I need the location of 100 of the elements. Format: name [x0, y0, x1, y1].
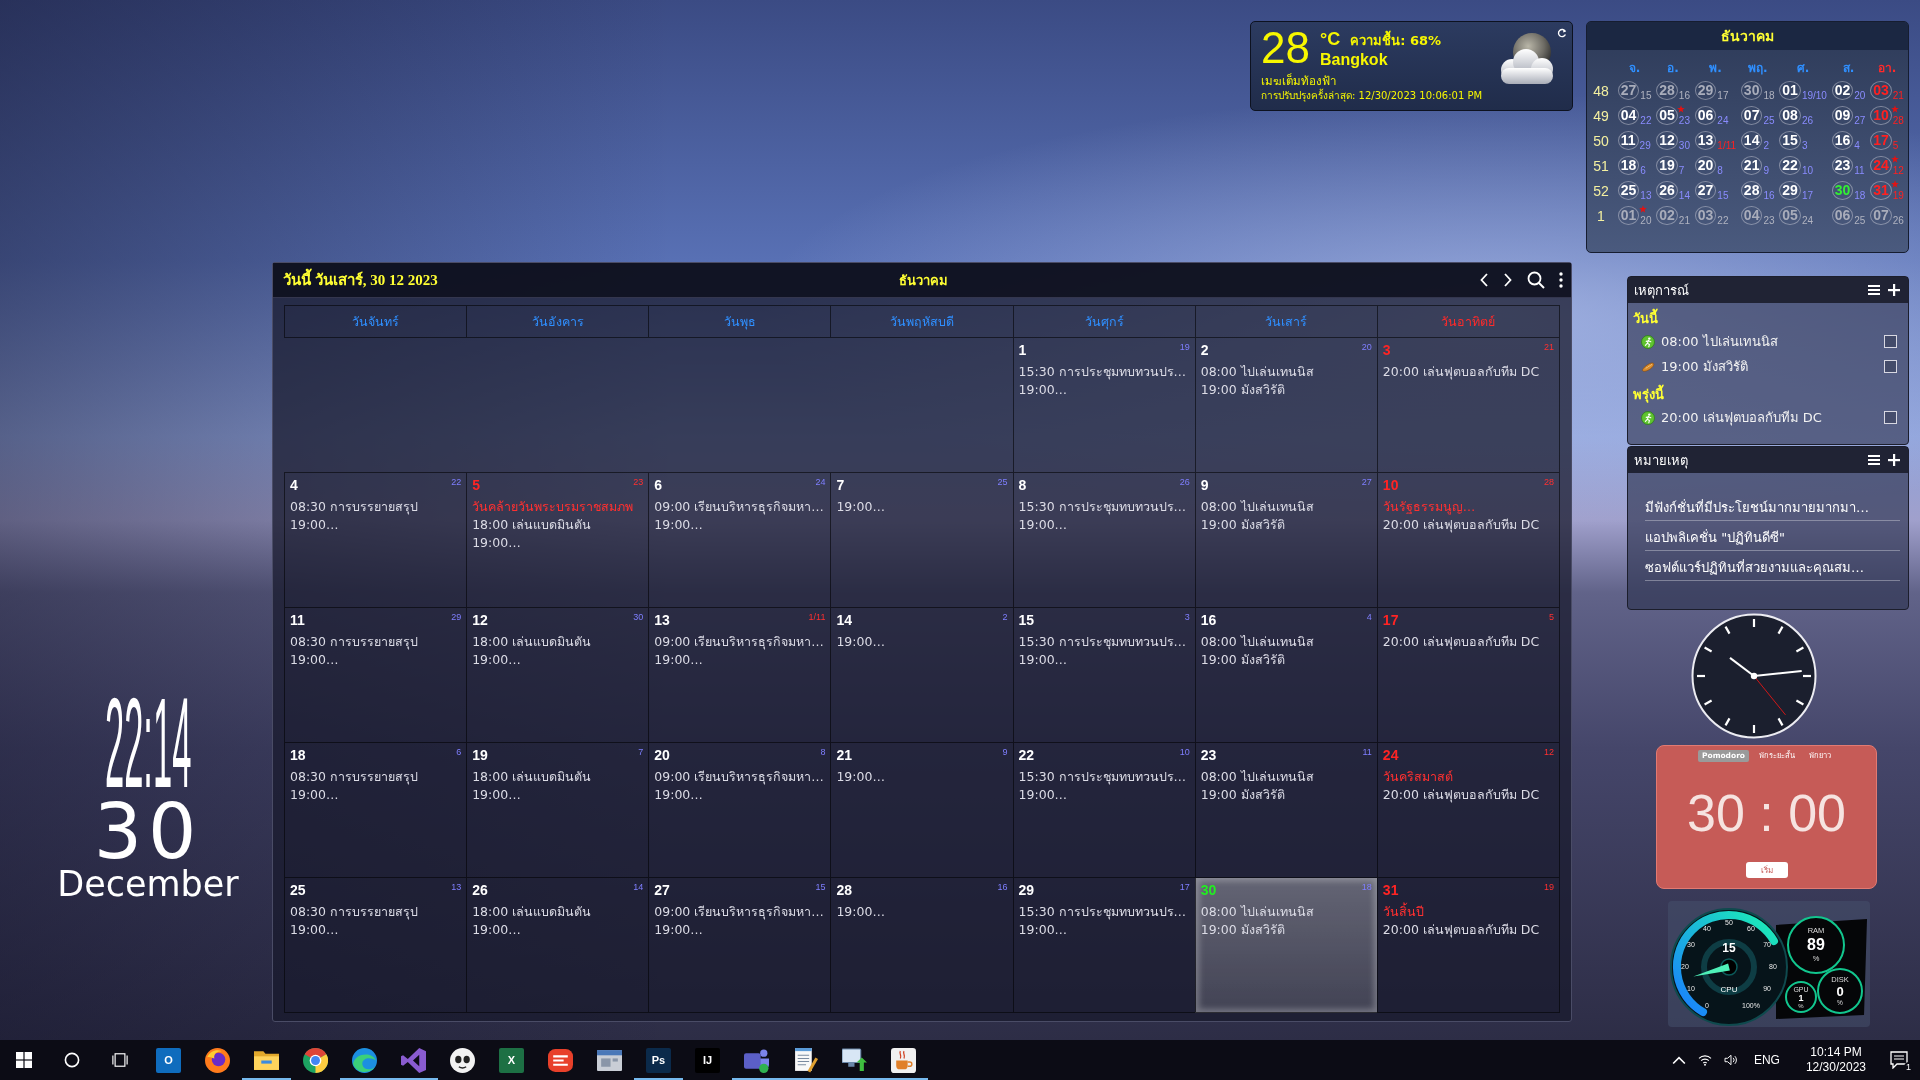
- event-text: 19:00…: [1018, 516, 1069, 534]
- day-cell[interactable]: 28 16 19:00…: [830, 878, 1013, 1013]
- lunar-date: 13: [1640, 189, 1652, 201]
- chevron-left-icon[interactable]: [1479, 272, 1489, 288]
- day-cell[interactable]: 21 9 19:00…: [830, 743, 1013, 878]
- event-text: 19:00…: [836, 498, 886, 516]
- note-item[interactable]: ซอฟต์แวร์ปฏิทินที่สวยงามและคุณสม…: [1645, 551, 1900, 581]
- weather-condition: เมฆเต็มท้องฟ้า: [1261, 74, 1337, 88]
- day-cell[interactable]: 16 4 08:00 ไปเล่นเทนนิส 19:00 มังสวิรัติ: [1194, 608, 1377, 743]
- day-cell[interactable]: 10 28 วันรัฐธรรมนูญ… 20:00 เล่นฟุตบอลกับทีม DC: [1376, 473, 1559, 608]
- lunar-date: 19: [1543, 882, 1554, 892]
- lunar-date: 18: [1361, 882, 1372, 892]
- checkbox[interactable]: [1884, 360, 1897, 373]
- taskbar-time[interactable]: 10:14 PM: [1810, 1045, 1862, 1060]
- lunar-date: 12: [1892, 164, 1904, 176]
- search-icon[interactable]: [1527, 271, 1545, 289]
- wifi-icon[interactable]: [1697, 1054, 1712, 1066]
- event-text: 08:30 การบรรยายสรุป: [290, 498, 419, 516]
- day-cell[interactable]: 6 24 09:00 เรียนบริหารธุรกิจมหา… 19:00…: [648, 473, 831, 608]
- runner-icon: [1641, 410, 1655, 425]
- taskbar-button[interactable]: IJ: [683, 1040, 732, 1080]
- lunar-date: 7: [1678, 164, 1685, 176]
- more-icon[interactable]: [1559, 272, 1563, 288]
- day-cell[interactable]: 5 23 วันคล้ายวันพระบรมราชสมภพ 18:00 เล่นแบดมินตัน 19:00…: [466, 473, 649, 608]
- app-window-icon: [597, 1047, 622, 1073]
- day-cell[interactable]: 20 8 09:00 เรียนบริหารธุรกิจมหา… 19:00…: [648, 743, 831, 878]
- checkbox[interactable]: [1884, 411, 1897, 424]
- day-cell[interactable]: 2 20 08:00 ไปเล่นเทนนิส 19:00 มังสวิรัติ: [1194, 338, 1377, 473]
- day-cell[interactable]: 30 18 08:00 ไปเล่นเทนนิส 19:00 มังสวิรัติ: [1194, 878, 1377, 1013]
- day-cell[interactable]: 29 17 15:30 การประชุมทบทวนปร… 19:00…: [1012, 878, 1195, 1013]
- add-icon[interactable]: [1888, 284, 1900, 296]
- lunar-date: 1/11: [1717, 139, 1737, 151]
- day-cell[interactable]: 7 25 19:00…: [830, 473, 1013, 608]
- volume-icon[interactable]: [1723, 1054, 1738, 1066]
- note-item[interactable]: แอปพลิเคชั่น "ปฏิทินดีซี": [1645, 521, 1900, 551]
- notification-icon[interactable]: [1890, 1051, 1908, 1069]
- ribbon-icon: [401, 1047, 426, 1073]
- day-cell[interactable]: 9 27 08:00 ไปเล่นเทนนิส 19:00 มังสวิรัติ: [1194, 473, 1377, 608]
- day-cell[interactable]: 14 2 19:00…: [830, 608, 1013, 743]
- weekday-header: วันอังคาร: [466, 306, 649, 338]
- day-number: 24: [1382, 747, 1399, 764]
- start-button[interactable]: เริ่ม: [1745, 862, 1788, 878]
- start-icon[interactable]: [16, 1052, 32, 1068]
- day-cell[interactable]: 8 26 15:30 การประชุมทบทวนปร… 19:00…: [1012, 473, 1195, 608]
- event-text: 20:00 เล่นฟุตบอลกับทีม DC: [1382, 633, 1541, 651]
- lunar-date: 15: [815, 882, 826, 892]
- letter-tile-icon: IJ: [695, 1047, 720, 1073]
- people-icon: [744, 1047, 769, 1073]
- weekday-header: วันพุธ: [648, 306, 831, 338]
- day-cell[interactable]: 17 5 20:00 เล่นฟุตบอลกับทีม DC: [1376, 608, 1559, 743]
- event-item[interactable]: 08:00 ไปเล่นเทนนิส: [1661, 331, 1878, 352]
- day-cell[interactable]: 26 14 18:00 เล่นแบดมินตัน 19:00…: [466, 878, 649, 1013]
- week-number: 49: [1592, 106, 1610, 126]
- lunar-date: 23: [1678, 114, 1690, 126]
- day-cell[interactable]: 27 15 09:00 เรียนบริหารธุรกิจมหา… 19:00…: [648, 878, 831, 1013]
- taskbar-button[interactable]: O: [144, 1040, 193, 1080]
- note-item[interactable]: มีฟังก์ชั่นที่มีประโยชน์มากมายมากมา…: [1645, 491, 1900, 521]
- event-item[interactable]: 20:00 เล่นฟุตบอลกับทีม DC: [1661, 407, 1878, 428]
- lunar-date: 25: [997, 477, 1008, 487]
- day-cell[interactable]: 11 29 08:30 การบรรยายสรุป 19:00…: [284, 608, 467, 743]
- chevron-up-icon[interactable]: [1671, 1054, 1686, 1066]
- day-cell[interactable]: 4 22 08:30 การบรรยายสรุป 19:00…: [284, 473, 467, 608]
- lunar-date: 25: [1763, 114, 1775, 126]
- list-icon[interactable]: [1868, 284, 1880, 296]
- event-text: 19:00…: [654, 921, 704, 939]
- humidity-label: ความชื้น: 68%: [1350, 32, 1441, 50]
- refresh-icon[interactable]: [1557, 28, 1567, 38]
- desktop-clock-time: 22:14: [104, 692, 192, 795]
- taskbar-button[interactable]: Ps: [634, 1040, 683, 1080]
- taskbar-date[interactable]: 12/30/2023: [1805, 1060, 1866, 1075]
- day-cell[interactable]: 13 1/11 09:00 เรียนบริหารธุรกิจมหา… 19:00…: [648, 608, 831, 743]
- event-text: 19:00…: [1018, 921, 1069, 939]
- lunar-date: 22: [1717, 214, 1729, 226]
- day-cell[interactable]: 25 13 08:30 การบรรยายสรุป 19:00…: [284, 878, 467, 1013]
- add-icon[interactable]: [1888, 454, 1900, 466]
- chevron-right-icon[interactable]: [1503, 272, 1513, 288]
- language-indicator[interactable]: ENG: [1753, 1053, 1780, 1067]
- event-text: 20:00 เล่นฟุตบอลกับทีม DC: [1382, 516, 1541, 534]
- day-cell[interactable]: 1 19 15:30 การประชุมทบทวนปร… 19:00…: [1012, 338, 1195, 473]
- day-number: 22: [1018, 747, 1035, 764]
- lunar-date: 28: [1892, 114, 1904, 126]
- day-cell[interactable]: 24 12 วันคริสมาสต์ 20:00 เล่นฟุตบอลกับทีม DC: [1376, 743, 1559, 878]
- day-cell[interactable]: 22 10 15:30 การประชุมทบทวนปร… 19:00…: [1012, 743, 1195, 878]
- day-cell[interactable]: 23 11 08:00 ไปเล่นเทนนิส 19:00 มังสวิรัติ: [1194, 743, 1377, 878]
- taskbar-button[interactable]: X: [487, 1040, 536, 1080]
- globe-icon: [205, 1047, 230, 1073]
- day-cell[interactable]: 18 6 08:30 การบรรยายสรุป 19:00…: [284, 743, 467, 878]
- checkbox[interactable]: [1884, 335, 1897, 348]
- day-cell[interactable]: 31 19 วันสิ้นปี 20:00 เล่นฟุตบอลกับทีม DC: [1376, 878, 1559, 1013]
- task-view-icon[interactable]: [112, 1052, 128, 1068]
- day-number: 25: [290, 882, 306, 899]
- list-icon[interactable]: [1868, 454, 1880, 466]
- day-cell[interactable]: 3 21 20:00 เล่นฟุตบอลกับทีม DC: [1376, 338, 1559, 473]
- day-cell[interactable]: 19 7 18:00 เล่นแบดมินตัน 19:00…: [466, 743, 649, 878]
- ring-icon[interactable]: [64, 1052, 80, 1068]
- event-item[interactable]: 19:00 มังสวิรัติ: [1661, 356, 1878, 377]
- day-cell[interactable]: 12 30 18:00 เล่นแบดมินตัน 19:00…: [466, 608, 649, 743]
- day-cell[interactable]: 15 3 15:30 การประชุมทบทวนปร… 19:00…: [1012, 608, 1195, 743]
- weekday-header: วันเสาร์: [1194, 306, 1377, 338]
- event-text: 19:00…: [654, 786, 704, 804]
